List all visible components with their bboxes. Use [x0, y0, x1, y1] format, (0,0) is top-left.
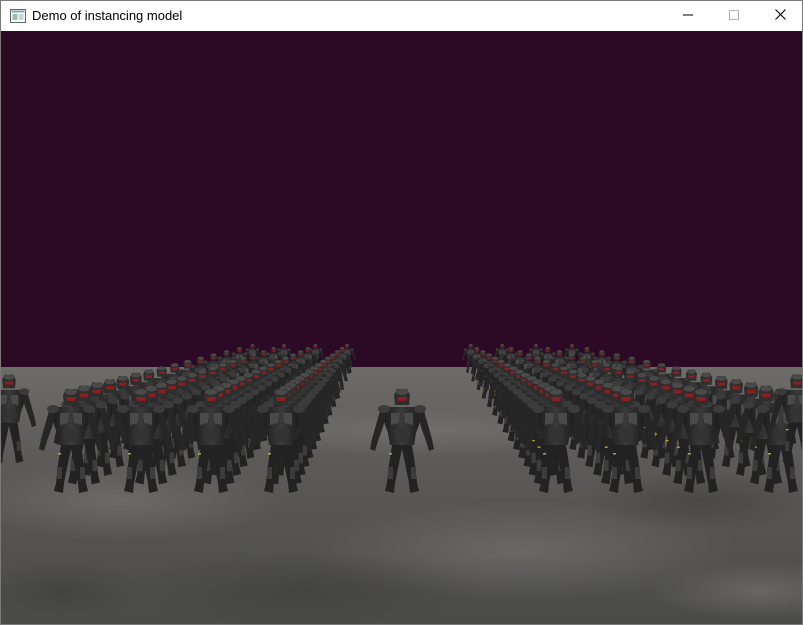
minimize-icon: [683, 7, 693, 25]
close-icon: [774, 7, 786, 25]
app-window: Demo of instancing model: [0, 0, 803, 625]
instanced-scene: [1, 31, 802, 624]
background-clear-color: [1, 31, 802, 371]
maximize-icon: [729, 7, 739, 25]
maximize-button[interactable]: [711, 1, 757, 31]
app-window-icon: [10, 9, 26, 23]
minimize-button[interactable]: [665, 1, 711, 31]
close-button[interactable]: [757, 1, 802, 31]
window-title: Demo of instancing model: [32, 8, 183, 23]
render-viewport[interactable]: [1, 31, 802, 624]
title-bar[interactable]: Demo of instancing model: [1, 1, 802, 31]
